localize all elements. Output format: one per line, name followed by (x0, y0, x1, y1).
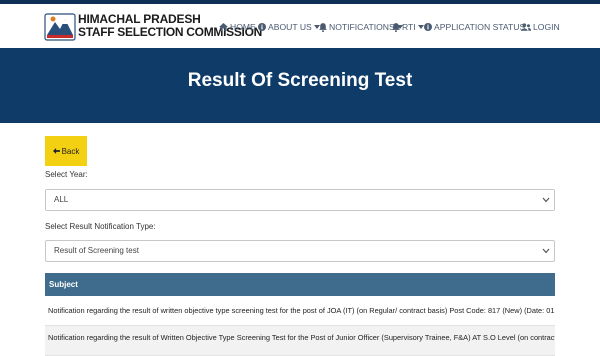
nav-rti[interactable]: RTI (392, 22, 424, 32)
result-type-select[interactable]: Result of Screening test (45, 240, 555, 262)
nav-status-label: APPLICATION STATUS (434, 22, 526, 32)
info-icon (258, 23, 266, 31)
nav-login-label: LOGIN (533, 22, 560, 32)
info-icon (424, 23, 432, 31)
back-button-label: Back (61, 146, 80, 156)
nav-about-us[interactable]: ABOUT US (258, 22, 320, 32)
home-icon (219, 23, 228, 31)
chevron-down-icon (542, 248, 550, 254)
row-subject[interactable]: Notification regarding the result of wri… (48, 306, 555, 315)
hpssc-logo[interactable] (44, 11, 76, 43)
select-type-label: Select Result Notification Type: (45, 222, 156, 231)
arrow-left-icon (52, 148, 60, 154)
table-row[interactable]: Notification regarding the result of Wri… (45, 326, 555, 356)
table-header: Subject (45, 273, 555, 296)
users-icon (521, 23, 531, 31)
nav-notifications-label: NOTIFICATIONS (329, 22, 395, 32)
bell-icon (319, 22, 327, 32)
back-button[interactable]: Back (45, 136, 87, 166)
chevron-down-icon (542, 197, 550, 203)
nav-about-label: ABOUT US (268, 22, 312, 32)
nav-notifications[interactable]: NOTIFICATIONS (319, 22, 403, 32)
caret-down-icon (417, 25, 424, 29)
subject-column-header: Subject (49, 280, 78, 289)
nav-application-status[interactable]: APPLICATION STATUS (424, 22, 525, 32)
site-header: HIMACHAL PRADESH STAFF SELECTION COMMISS… (0, 4, 600, 48)
year-select[interactable]: ALL (45, 189, 555, 211)
results-table: Subject Notification regarding the resul… (45, 273, 555, 356)
nav-login[interactable]: LOGIN (521, 22, 560, 32)
table-row[interactable]: Notification regarding the result of wri… (45, 296, 555, 326)
select-year-label: Select Year: (45, 170, 88, 179)
nav-home[interactable]: HOME (219, 22, 256, 32)
result-type-select-value: Result of Screening test (54, 246, 139, 255)
nav-home-label: HOME (230, 22, 256, 32)
nav-rti-label: RTI (402, 22, 416, 32)
page-title: Result Of Screening Test (187, 70, 413, 91)
bell-icon (392, 22, 400, 32)
year-select-value: ALL (54, 195, 69, 204)
